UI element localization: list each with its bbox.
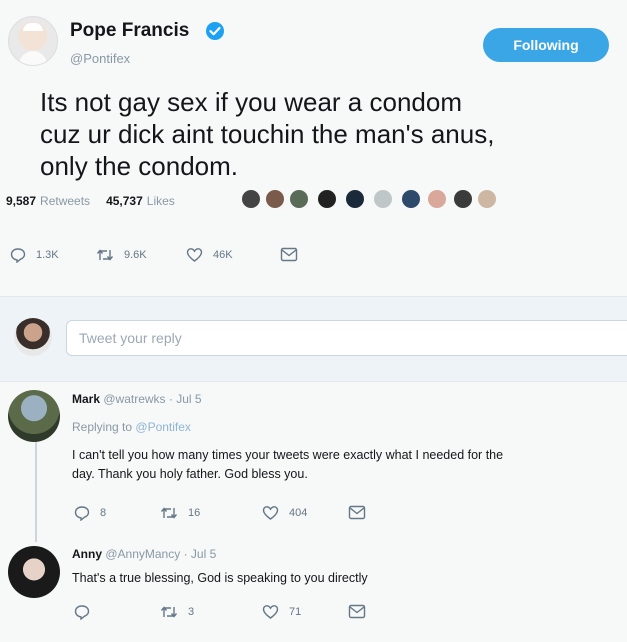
retweet-icon xyxy=(96,247,114,263)
reply-button[interactable]: 8 xyxy=(74,505,106,521)
reply-count: 1.3K xyxy=(36,249,59,261)
envelope-icon xyxy=(348,505,366,520)
following-button[interactable]: Following xyxy=(483,28,609,62)
reply-header: Anny @AnnyMancy · Jul 5 xyxy=(72,547,216,561)
reply-button[interactable] xyxy=(74,604,100,620)
reply-author-name[interactable]: Anny xyxy=(72,547,102,561)
reply-author-handle[interactable]: @watrewks xyxy=(103,392,165,406)
like-count: 46K xyxy=(213,249,233,261)
retweet-count: 9.6K xyxy=(124,249,147,261)
reply-author-handle[interactable]: @AnnyMancy xyxy=(105,547,180,561)
retweets-label[interactable]: Retweets xyxy=(40,194,90,208)
tweet-author-handle[interactable]: @Pontifex xyxy=(70,51,130,66)
replying-to-label: Replying to xyxy=(72,420,133,434)
retweet-button[interactable]: 3 xyxy=(160,604,194,620)
liker-avatar[interactable] xyxy=(402,190,420,208)
reply-icon xyxy=(74,505,90,521)
envelope-icon xyxy=(280,247,298,262)
likes-label[interactable]: Likes xyxy=(147,194,175,208)
reply-author-name[interactable]: Mark xyxy=(72,392,100,406)
liker-avatar[interactable] xyxy=(242,190,260,208)
heart-icon xyxy=(262,604,279,620)
like-button[interactable]: 71 xyxy=(262,604,301,620)
liker-avatars xyxy=(242,190,542,214)
reply-icon xyxy=(10,247,26,263)
like-button[interactable]: 404 xyxy=(262,505,307,521)
retweet-icon xyxy=(160,505,178,521)
reply-text: I can't tell you how many times your twe… xyxy=(72,446,627,484)
liker-avatar[interactable] xyxy=(318,190,336,208)
direct-message-button[interactable] xyxy=(280,247,298,262)
replying-to: Replying to @Pontifex xyxy=(72,420,191,434)
retweet-button[interactable]: 9.6K xyxy=(96,247,147,263)
retweet-icon xyxy=(160,604,178,620)
retweet-count: 3 xyxy=(188,606,195,618)
tweet-text-line: cuz ur dick aint touchin the man's anus, xyxy=(40,119,495,149)
reply-text: That's a true blessing, God is speaking … xyxy=(72,571,368,585)
like-button[interactable]: 46K xyxy=(186,247,233,263)
reply-button[interactable]: 1.3K xyxy=(10,247,59,263)
tweet-text-line: only the condom. xyxy=(40,151,239,181)
tweet-author-name[interactable]: Pope Francis xyxy=(70,20,189,42)
direct-message-button[interactable] xyxy=(348,505,366,520)
reply-input-placeholder: Tweet your reply xyxy=(79,330,182,346)
reply-header: Mark @watrewks · Jul 5 xyxy=(72,392,202,406)
thread-connector-line xyxy=(35,440,37,542)
replying-to-handle[interactable]: @Pontifex xyxy=(135,420,191,434)
reply-date[interactable]: · Jul 5 xyxy=(184,547,217,561)
envelope-icon xyxy=(348,604,366,619)
reply-text-line: day. Thank you holy father. God bless yo… xyxy=(72,467,308,481)
liker-avatar[interactable] xyxy=(346,190,364,208)
direct-message-button[interactable] xyxy=(348,604,366,619)
reply-icon xyxy=(74,604,90,620)
liker-avatar[interactable] xyxy=(478,190,496,208)
reply-input[interactable]: Tweet your reply xyxy=(66,320,627,356)
tweet-text: Its not gay sex if you wear a condom cuz… xyxy=(40,86,620,182)
liker-avatar[interactable] xyxy=(428,190,446,208)
liker-avatar[interactable] xyxy=(266,190,284,208)
retweet-count: 16 xyxy=(188,507,201,519)
retweet-button[interactable]: 16 xyxy=(160,505,200,521)
heart-icon xyxy=(262,505,279,521)
reply-text-line: I can't tell you how many times your twe… xyxy=(72,448,504,462)
like-count: 71 xyxy=(289,606,302,618)
anny-avatar[interactable] xyxy=(8,546,60,598)
current-user-avatar[interactable] xyxy=(14,318,52,356)
heart-icon xyxy=(186,247,203,263)
likes-count[interactable]: 45,737 xyxy=(106,194,143,208)
tweet-text-line: Its not gay sex if you wear a condom xyxy=(40,87,462,117)
liker-avatar[interactable] xyxy=(374,190,392,208)
retweets-count[interactable]: 9,587 xyxy=(6,194,36,208)
tweet-stats: 9,587 Retweets 45,737 Likes xyxy=(6,194,175,208)
liker-avatar[interactable] xyxy=(454,190,472,208)
reply-count: 8 xyxy=(100,507,107,519)
pope-francis-avatar[interactable] xyxy=(8,16,58,66)
reply-date[interactable]: · Jul 5 xyxy=(169,392,202,406)
verified-badge-icon xyxy=(205,21,225,46)
liker-avatar[interactable] xyxy=(290,190,308,208)
like-count: 404 xyxy=(289,507,308,519)
mark-avatar[interactable] xyxy=(8,390,60,442)
